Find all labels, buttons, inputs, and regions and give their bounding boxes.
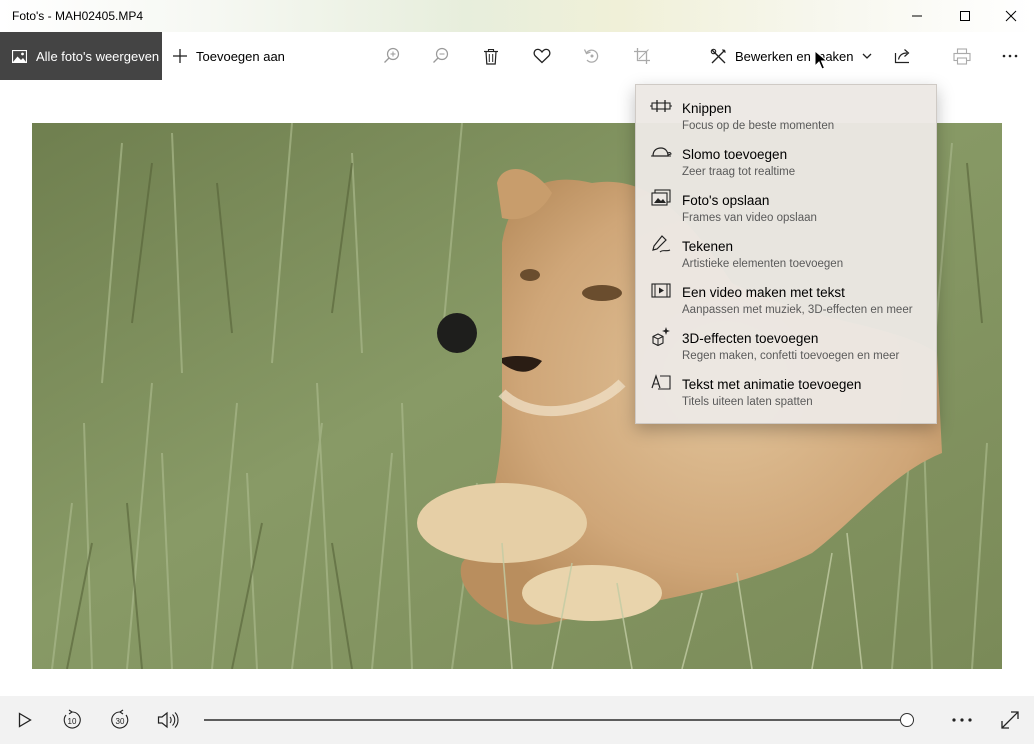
volume-icon (157, 711, 179, 729)
animated-text-icon (651, 374, 671, 390)
save-frames-icon (651, 189, 671, 206)
more-icon (1002, 54, 1018, 58)
fullscreen-icon (1001, 711, 1019, 729)
image-icon (12, 49, 27, 63)
menu-item-title: Slomo toevoegen (682, 147, 788, 162)
favorite-button[interactable] (522, 32, 562, 80)
close-icon (1005, 10, 1017, 22)
menu-item-slomo[interactable]: Slomo toevoegen Zeer traag tot realtime (636, 131, 936, 178)
seek-bar[interactable] (204, 719, 914, 721)
window-title: Foto's - MAH02405.MP4 (12, 9, 144, 23)
draw-icon (652, 235, 671, 253)
all-photos-button[interactable]: Alle foto's weergeven (0, 32, 162, 80)
video-text-icon (651, 283, 671, 298)
rotate-button[interactable] (572, 32, 612, 80)
menu-item-title: Tekst met animatie toevoegen (682, 377, 862, 392)
add-to-label: Toevoegen aan (196, 48, 285, 64)
share-icon (894, 49, 910, 64)
menu-item-title: Knippen (682, 101, 732, 116)
play-icon (18, 712, 32, 728)
edit-create-button[interactable]: Bewerken en maken (710, 32, 872, 80)
zoom-out-icon (433, 47, 449, 63)
print-button[interactable] (942, 32, 982, 80)
player-controls: 10 30 (0, 696, 1034, 744)
share-button[interactable] (883, 32, 923, 80)
edit-create-label: Bewerken en maken (735, 48, 854, 64)
add-to-button[interactable]: Toevoegen aan (172, 32, 285, 80)
favorite-icon (533, 48, 551, 64)
maximize-icon (960, 11, 970, 21)
skip-forward-icon: 30 (111, 709, 129, 729)
more-icon (952, 718, 972, 722)
trim-icon (650, 100, 672, 112)
crop-icon (634, 48, 650, 64)
minimize-icon (912, 15, 922, 17)
menu-item-subtitle: Titels uiteen laten spatten (682, 396, 813, 408)
skip-back-button[interactable]: 10 (52, 696, 92, 744)
more-button[interactable] (990, 32, 1030, 80)
delete-button[interactable] (471, 32, 511, 80)
rotate-icon (583, 49, 599, 63)
menu-item-animated-text[interactable]: Tekst met animatie toevoegen Titels uite… (636, 361, 936, 408)
crop-button[interactable] (622, 32, 662, 80)
3d-effects-icon (652, 327, 670, 347)
minimize-button[interactable] (894, 0, 940, 32)
menu-item-title: Tekenen (682, 239, 734, 254)
delete-icon (484, 48, 498, 65)
skip-back-icon: 10 (63, 709, 81, 729)
print-icon (953, 47, 971, 65)
fullscreen-button[interactable] (990, 696, 1030, 744)
skip-back-label: 10 (68, 717, 77, 726)
plus-icon (172, 48, 188, 64)
edit-create-icon (710, 48, 727, 65)
all-photos-label: Alle foto's weergeven (36, 48, 160, 64)
menu-item-title: Foto's opslaan (682, 193, 770, 208)
menu-item-3d-effects[interactable]: 3D-effecten toevoegen Regen maken, confe… (636, 315, 936, 362)
menu-item-title: 3D-effecten toevoegen (682, 331, 819, 346)
menu-item-save-photos[interactable]: Foto's opslaan Frames van video opslaan (636, 177, 936, 224)
title-bar: Foto's - MAH02405.MP4 (0, 0, 1034, 32)
menu-item-title: Een video maken met tekst (682, 285, 845, 300)
play-button[interactable] (5, 696, 45, 744)
zoom-out-button[interactable] (421, 32, 461, 80)
chevron-down-icon (862, 53, 872, 60)
mouse-cursor-icon (814, 49, 829, 75)
skip-forward-label: 30 (116, 717, 125, 726)
skip-forward-button[interactable]: 30 (100, 696, 140, 744)
close-button[interactable] (988, 0, 1034, 32)
volume-button[interactable] (148, 696, 188, 744)
menu-item-trim[interactable]: Knippen Focus op de beste momenten (636, 85, 936, 132)
maximize-button[interactable] (942, 0, 988, 32)
zoom-in-icon (384, 47, 400, 63)
edit-create-menu: Knippen Focus op de beste momenten Slomo… (635, 84, 937, 424)
slomo-icon (651, 147, 672, 157)
zoom-in-button[interactable] (372, 32, 412, 80)
toolbar: Alle foto's weergeven Toevoegen aan Bewe… (0, 32, 1034, 80)
menu-item-video-text[interactable]: Een video maken met tekst Aanpassen met … (636, 269, 936, 316)
player-more-button[interactable] (942, 696, 982, 744)
menu-item-draw[interactable]: Tekenen Artistieke elementen toevoegen (636, 223, 936, 270)
seek-thumb[interactable] (899, 713, 914, 727)
